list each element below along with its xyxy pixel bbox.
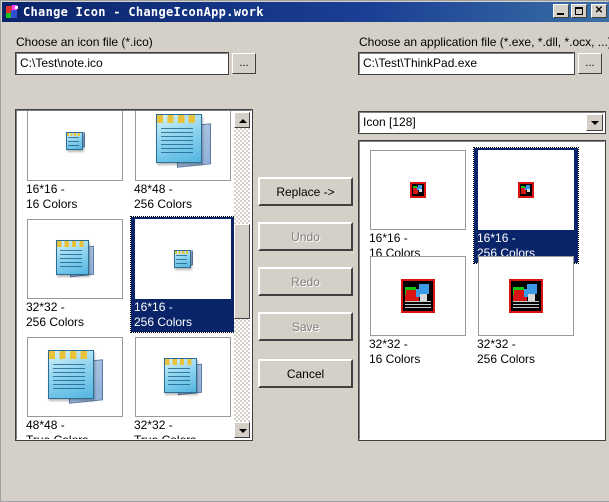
change-icon-window: Change Icon - ChangeIconApp.work ✕ Choos… [0,0,609,502]
minimize-icon [557,13,564,15]
undo-button: Undo [258,222,353,251]
icon-preview [27,337,123,417]
resource-type-select[interactable]: Icon [128] [358,111,606,134]
minimize-button[interactable] [553,4,569,18]
list-item-label: 48*48 - True Colors [26,418,89,440]
list-item[interactable]: 16*16 - 16 Colors [366,148,470,263]
icon-preview [135,219,231,299]
icon-preview [27,219,123,299]
icon-list-scrollbar[interactable] [234,112,250,438]
scroll-down-button[interactable] [234,422,250,438]
notepad-icon [65,132,85,150]
application-image-list[interactable]: 16*16 - 16 Colors 16*16 - 256 Colors 32*32… [358,140,606,441]
list-item[interactable]: 16*16 - 16 Colors [23,111,127,214]
icon-preview [478,256,574,336]
title-bar: Change Icon - ChangeIconApp.work ✕ [2,2,609,22]
list-item-label: 16*16 - 16 Colors [26,182,78,211]
window-title: Change Icon - ChangeIconApp.work [23,5,264,19]
notepad-icon [56,240,94,278]
list-item-label: 48*48 - 256 Colors [134,182,193,211]
scrollbar-thumb[interactable] [234,224,250,319]
ibm-logo-icon [518,182,534,198]
application-file-browse-button[interactable]: ... [578,53,602,74]
close-icon: ✕ [594,5,604,16]
notepad-icon [47,350,103,404]
list-item-label: 32*32 - 256 Colors [26,300,85,329]
list-item-label: 32*32 - 16 Colors [369,337,421,366]
list-item[interactable]: 32*32 - 16 Colors [366,254,470,369]
icon-file-label: Choose an icon file (*.ico) [16,35,153,49]
window-controls: ✕ [553,4,607,18]
scroll-up-button[interactable] [234,112,250,128]
ibm-logo-icon [509,279,543,313]
icon-preview [370,256,466,336]
list-item[interactable]: 32*32 - 256 Colors [23,217,127,332]
icon-preview [478,150,574,230]
chevron-down-icon[interactable] [586,114,603,131]
list-item[interactable]: 48*48 - True Colors [23,335,127,440]
list-item-label: 16*16 - 256 Colors [134,300,193,329]
save-button: Save [258,312,353,341]
notepad-icon [164,358,202,396]
resource-type-value: Icon [128] [363,115,416,129]
maximize-button[interactable] [571,4,587,18]
maximize-icon [575,7,583,15]
replace-button[interactable]: Replace -> [258,177,353,206]
notepad-icon [173,250,193,268]
list-item-label: 32*32 - True Colors [134,418,197,440]
application-file-label: Choose an application file (*.exe, *.dll… [359,35,609,49]
list-item-label: 32*32 - 256 Colors [477,337,536,366]
icon-preview [135,111,231,181]
ibm-logo-icon [410,182,426,198]
close-button[interactable]: ✕ [591,4,607,18]
app-icon [4,4,20,20]
ibm-logo-icon [401,279,435,313]
list-item[interactable]: 32*32 - 256 Colors [474,254,578,369]
icon-preview [135,337,231,417]
list-item[interactable]: 32*32 - True Colors [131,335,235,440]
redo-button: Redo [258,267,353,296]
icon-file-path-input[interactable]: C:\Test\note.ico [15,52,229,75]
client-area: Choose an icon file (*.ico) C:\Test\note… [2,22,609,501]
list-item[interactable]: 16*16 - 256 Colors [130,216,236,333]
icon-file-image-list[interactable]: 16*16 - 16 Colors 48*48 - 256 Colors 32*32… [15,109,253,441]
icon-file-browse-button[interactable]: ... [232,53,256,74]
notepad-icon [155,114,211,168]
cancel-button[interactable]: Cancel [258,359,353,388]
list-item[interactable]: 16*16 - 256 Colors [473,147,579,264]
icon-preview [27,111,123,181]
application-file-path-input[interactable]: C:\Test\ThinkPad.exe [358,52,575,75]
list-item[interactable]: 48*48 - 256 Colors [131,111,235,214]
icon-preview [370,150,466,230]
